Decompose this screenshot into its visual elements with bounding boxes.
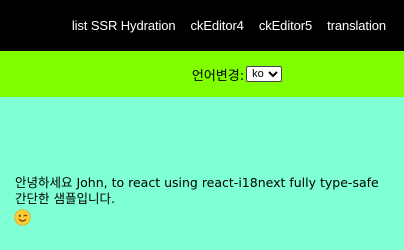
language-bar: 언어변경: ko [0, 51, 404, 97]
main-content: 안녕하세요 John, to react using react-i18next… [0, 97, 404, 250]
nav-link-ckeditor4[interactable]: ckEditor4 [191, 18, 244, 33]
language-label: 언어변경: [191, 68, 245, 84]
greeting-line-2: 간단한 샘플입니다. [15, 191, 115, 206]
nav-link-ckeditor5[interactable]: ckEditor5 [259, 18, 312, 33]
greeting-text: 안녕하세요 John, to react using react-i18next… [15, 175, 395, 207]
nav-link-list-ssr-hydration[interactable]: list SSR Hydration [72, 18, 176, 33]
winking-face-icon [14, 209, 31, 226]
language-select[interactable]: ko [246, 66, 283, 82]
greeting-line-1: 안녕하세요 John, to react using react-i18next… [15, 175, 379, 190]
top-navigation: list SSR Hydration ckEditor4 ckEditor5 t… [0, 0, 404, 51]
nav-link-translation[interactable]: translation [327, 18, 386, 33]
